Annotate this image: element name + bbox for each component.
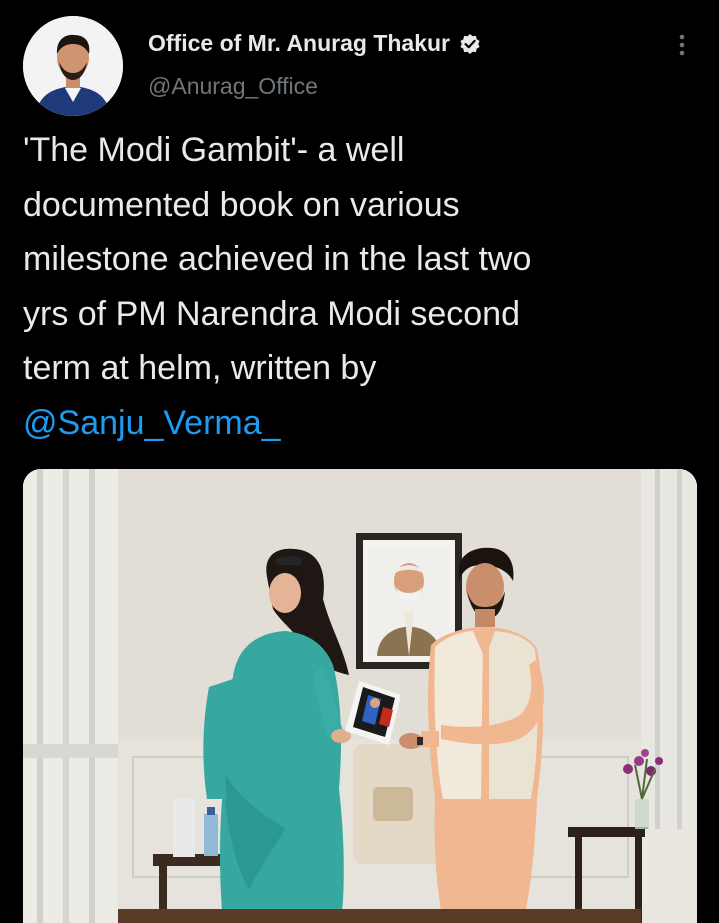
tweet-card[interactable]: Office of Mr. Anurag Thakur @Anurag_Offi… [0, 0, 719, 923]
tweet-text: 'The Modi Gambit'- a well documented boo… [23, 123, 683, 450]
tweet-text-line: documented book on various [23, 185, 460, 224]
verified-badge-icon [459, 33, 481, 55]
author-handle[interactable]: @Anurag_Office [148, 73, 318, 100]
author-avatar[interactable] [23, 16, 123, 116]
author-display-name[interactable]: Office of Mr. Anurag Thakur [148, 30, 450, 57]
tweet-text-line: milestone achieved in the last two [23, 240, 532, 278]
tweet-text-line: 'The Modi Gambit'- a well [23, 131, 405, 169]
tweet-text-line: yrs of PM Narendra Modi second [23, 294, 520, 333]
author-name-row[interactable]: Office of Mr. Anurag Thakur [148, 30, 481, 57]
tweet-text-line: term at helm, written by [23, 349, 377, 387]
mention-link[interactable]: @Sanju_Verma_ [23, 396, 683, 451]
photo-illustration [23, 469, 697, 923]
avatar-photo [23, 16, 123, 116]
tweet-photo[interactable] [23, 469, 697, 923]
more-vertical-icon [679, 34, 685, 56]
more-options-button[interactable] [671, 32, 693, 60]
